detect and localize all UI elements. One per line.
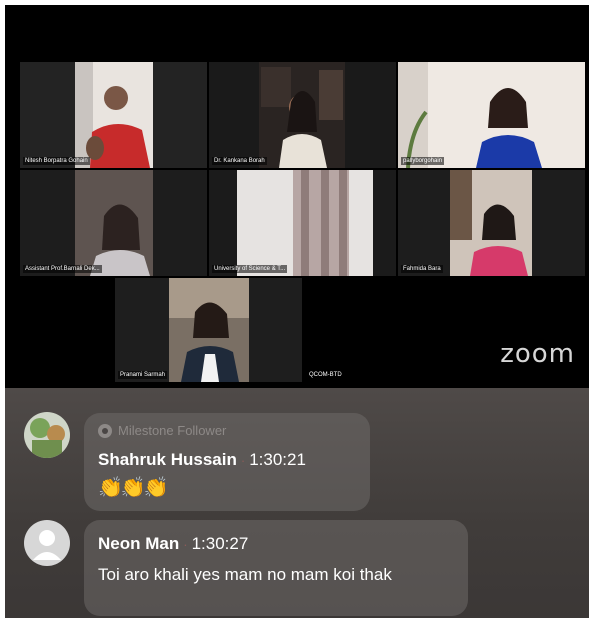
participant-name: Fahmida Bara xyxy=(401,265,443,273)
milestone-icon xyxy=(98,423,112,438)
participant-video xyxy=(398,62,585,168)
participant-name: QCOM-BTD xyxy=(309,372,342,378)
participant-name: University of Science & T... xyxy=(212,265,288,273)
author-name[interactable]: Neon Man xyxy=(98,534,179,553)
participant-tile[interactable]: Dr. Kankana Borah xyxy=(209,62,396,168)
avatar-image xyxy=(24,412,70,458)
participant-video xyxy=(115,278,302,382)
participant-video xyxy=(20,170,207,276)
message-timestamp: 1:30:21 xyxy=(249,450,306,469)
badge-label: Milestone Follower xyxy=(118,423,227,438)
live-chat: Milestone Follower Shahruk Hussain · 1:30:… xyxy=(5,388,589,618)
participant-name: pallyborgohain xyxy=(401,157,445,165)
participant-name: Pranami Sarmah xyxy=(118,371,168,379)
message-timestamp: 1:30:27 xyxy=(191,534,249,553)
participant-name: Dr. Kankana Borah xyxy=(212,157,267,165)
user-avatar xyxy=(24,412,70,458)
participant-tile[interactable]: Pranami Sarmah xyxy=(115,278,302,382)
separator-dot: · xyxy=(183,537,188,552)
participant-video xyxy=(398,170,585,276)
participant-tile[interactable]: Assistant Prof.Barnali Dek... xyxy=(20,170,207,276)
participant-tile[interactable]: Nitesh Borpatra Gohain xyxy=(20,62,207,168)
participant-video xyxy=(209,62,396,168)
participant-name: Assistant Prof.Barnali Dek... xyxy=(23,265,102,273)
screenshot-frame: Nitesh Borpatra Gohain Dr. Kankana Borah xyxy=(5,5,589,618)
zoom-logo: zoom xyxy=(500,339,575,369)
participant-name: Nitesh Borpatra Gohain xyxy=(23,157,90,165)
participant-video xyxy=(20,62,207,168)
zoom-video-grid: Nitesh Borpatra Gohain Dr. Kankana Borah xyxy=(5,5,589,388)
message-text: Toi aro khali yes mam no mam koi thak xyxy=(98,565,392,584)
participant-tile[interactable]: QCOM-BTD xyxy=(304,278,491,382)
milestone-badge: Milestone Follower xyxy=(98,423,226,438)
participant-tile[interactable]: pallyborgohain xyxy=(398,62,585,168)
chat-message[interactable]: Neon Man · 1:30:27 Toi aro khali yes mam n… xyxy=(84,520,468,616)
message-header: Neon Man · 1:30:27 xyxy=(98,534,248,554)
default-avatar-icon xyxy=(24,520,70,566)
participant-video xyxy=(209,170,396,276)
separator-dot: · xyxy=(240,453,246,468)
clapping-hands-emoji: 👏👏👏 xyxy=(98,477,169,499)
author-name[interactable]: Shahruk Hussain xyxy=(98,450,237,469)
user-avatar xyxy=(24,520,70,566)
participant-tile[interactable]: Fahmida Bara xyxy=(398,170,585,276)
chat-message[interactable]: Milestone Follower Shahruk Hussain · 1:30:… xyxy=(84,413,370,511)
participant-tile[interactable]: University of Science & T... xyxy=(209,170,396,276)
message-header: Shahruk Hussain · 1:30:21 xyxy=(98,450,306,470)
